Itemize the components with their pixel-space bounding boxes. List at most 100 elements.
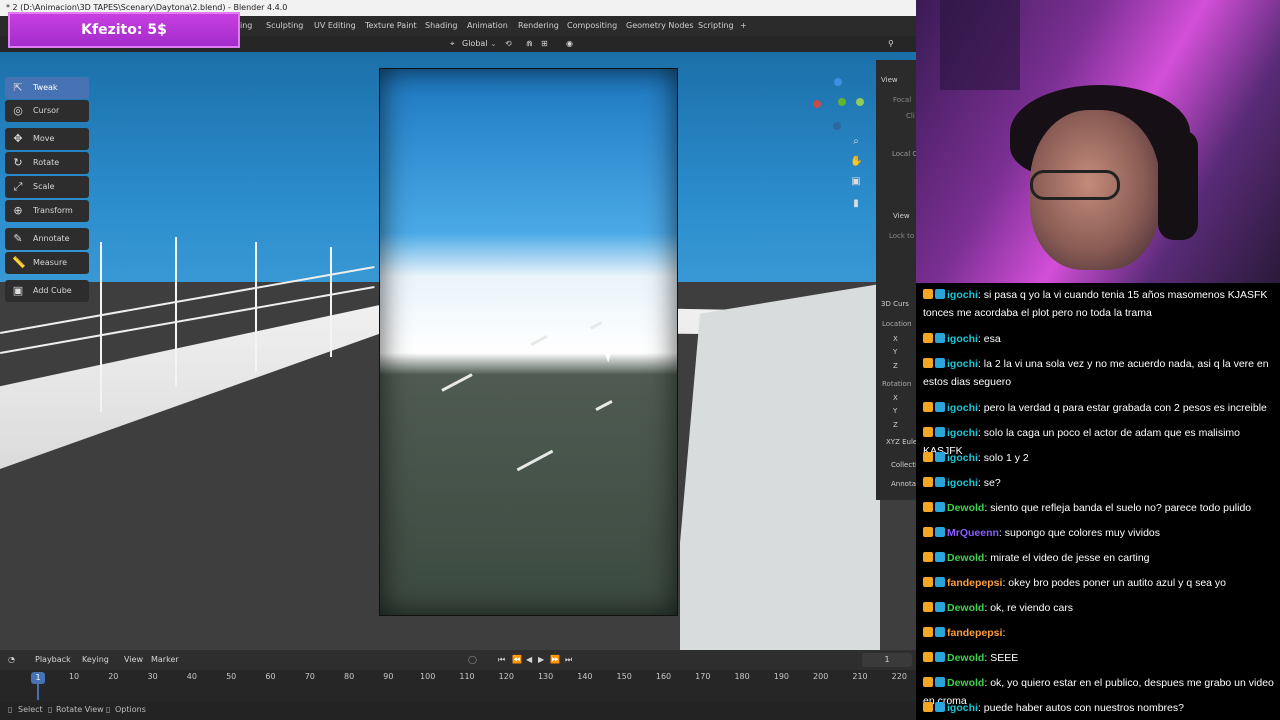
snap-target-icon[interactable]: ⊞ xyxy=(541,36,548,52)
chat-username[interactable]: Dewold xyxy=(947,602,984,614)
tool-measure[interactable]: 📏 Measure xyxy=(5,252,89,274)
tab-rendering[interactable]: Rendering xyxy=(518,16,559,36)
tool-add-cube[interactable]: ▣ Add Cube xyxy=(5,280,89,302)
timeline-tick: 70 xyxy=(304,672,315,681)
lane-dash xyxy=(516,449,554,472)
camera-icon[interactable]: ▣ xyxy=(850,176,862,188)
snap-icon[interactable]: ⋒ xyxy=(526,36,533,52)
chat-username[interactable]: Dewold xyxy=(947,677,984,689)
orientation-dropdown[interactable]: Global xyxy=(462,36,488,52)
chat-username[interactable]: igochi xyxy=(947,333,978,345)
zoom-icon[interactable]: ⌕ xyxy=(850,136,862,148)
chat-username[interactable]: igochi xyxy=(947,402,978,414)
npanel-view-header[interactable]: View xyxy=(881,76,898,84)
gizmo-y-axis[interactable] xyxy=(838,98,846,106)
view-menu[interactable]: View xyxy=(124,650,143,670)
chat-username[interactable]: Dewold xyxy=(947,552,984,564)
subscriber-badge-icon xyxy=(935,652,945,662)
chat-message: igochi: solo 1 y 2 xyxy=(923,449,1277,467)
tool-cursor[interactable]: ◎ Cursor xyxy=(5,100,89,122)
transform-icon: ⊕ xyxy=(13,204,23,217)
tab-texture-paint[interactable]: Texture Paint xyxy=(365,16,417,36)
timeline-tick: 60 xyxy=(265,672,276,681)
chat-username[interactable]: igochi xyxy=(947,702,978,714)
chat-username[interactable]: igochi xyxy=(947,452,978,464)
tab-sculpting[interactable]: Sculpting xyxy=(266,16,303,36)
3d-viewport[interactable]: ⌕ ✋ ▣ ▮ xyxy=(0,52,916,650)
jump-end-icon[interactable]: ⏭ xyxy=(565,650,572,670)
tab-shading[interactable]: Shading xyxy=(425,16,458,36)
tool-rotate[interactable]: ↻ Rotate xyxy=(5,152,89,174)
crown-badge-icon xyxy=(923,652,933,662)
tab-geometry-nodes[interactable]: Geometry Nodes xyxy=(626,16,693,36)
proportional-edit-icon[interactable]: ◉ xyxy=(566,36,573,52)
tool-scale[interactable]: ⤢ Scale xyxy=(5,176,89,198)
tool-transform[interactable]: ⊕ Transform xyxy=(5,200,89,222)
npanel-rotation-x[interactable]: X xyxy=(893,394,898,402)
npanel-3d-cursor-header[interactable]: 3D Curs xyxy=(881,300,909,308)
npanel-rotation-mode[interactable]: XYZ Eule xyxy=(886,438,917,446)
pan-hand-icon[interactable]: ✋ xyxy=(850,156,862,168)
chat-username[interactable]: igochi xyxy=(947,427,978,439)
chat-username[interactable]: igochi xyxy=(947,289,978,301)
chat-message: igochi: esa xyxy=(923,330,1277,348)
play-icon[interactable]: ▶ xyxy=(538,650,544,670)
npanel-rotation-y[interactable]: Y xyxy=(893,407,897,415)
subscriber-badge-icon xyxy=(935,627,945,637)
gizmo-z-neg-axis[interactable] xyxy=(833,122,841,130)
chat-username[interactable]: fandepepsi xyxy=(947,577,1002,589)
tab-uv-editing[interactable]: UV Editing xyxy=(314,16,356,36)
gizmo-z-axis[interactable] xyxy=(834,78,842,86)
subscriber-badge-icon xyxy=(935,527,945,537)
add-workspace-button[interactable]: + xyxy=(740,16,747,36)
chat-message: MrQueenn: supongo que colores muy vivido… xyxy=(923,524,1277,542)
subscriber-badge-icon xyxy=(935,602,945,612)
npanel-view-lock-header[interactable]: View xyxy=(893,212,910,220)
tab-layout[interactable]: ing xyxy=(240,16,252,36)
tab-compositing[interactable]: Compositing xyxy=(567,16,617,36)
chat-username[interactable]: igochi xyxy=(947,358,978,370)
visibility-icon[interactable]: ⚲ xyxy=(888,36,894,52)
npanel-collections-header[interactable]: Collecti xyxy=(891,461,917,469)
glasses-icon xyxy=(1030,170,1120,200)
timeline-tick: 120 xyxy=(498,672,514,681)
next-keyframe-icon[interactable]: ⏩ xyxy=(550,650,560,670)
current-frame-field[interactable]: 1 xyxy=(862,653,912,667)
jump-start-icon[interactable]: ⏮ xyxy=(498,650,505,670)
tool-move[interactable]: ✥ Move xyxy=(5,128,89,150)
chat-text: ok, re viendo cars xyxy=(990,602,1074,614)
keying-menu[interactable]: Keying xyxy=(82,650,109,670)
subscriber-badge-icon xyxy=(935,402,945,412)
gizmo-x-axis[interactable] xyxy=(813,100,821,108)
playhead[interactable]: 1 xyxy=(31,672,45,684)
subscriber-badge-icon xyxy=(935,358,945,368)
tab-scripting[interactable]: Scripting xyxy=(698,16,734,36)
npanel-location-z[interactable]: Z xyxy=(893,362,898,370)
pivot-icon[interactable]: ⟲ xyxy=(505,36,512,52)
lock-icon[interactable]: ▮ xyxy=(850,198,862,210)
npanel-annotations-header[interactable]: Annotat xyxy=(891,480,919,488)
record-icon[interactable]: ◯ xyxy=(468,650,477,670)
npanel-location-y[interactable]: Y xyxy=(893,348,897,356)
tab-animation[interactable]: Animation xyxy=(467,16,508,36)
marker-menu[interactable]: Marker xyxy=(151,650,179,670)
prev-keyframe-icon[interactable]: ⏪ xyxy=(512,650,522,670)
chat-username[interactable]: MrQueenn xyxy=(947,527,999,539)
tool-annotate[interactable]: ✎ Annotate xyxy=(5,228,89,250)
chat-username[interactable]: Dewold xyxy=(947,652,984,664)
chat-username[interactable]: fandepepsi xyxy=(947,627,1002,639)
timeline-tick: 180 xyxy=(734,672,750,681)
playback-menu[interactable]: Playback xyxy=(35,650,71,670)
editor-type-icon[interactable]: ◔ xyxy=(8,650,15,670)
npanel-rotation-z[interactable]: Z xyxy=(893,421,898,429)
crown-badge-icon xyxy=(923,552,933,562)
subscriber-badge-icon xyxy=(935,452,945,462)
chat-username[interactable]: Dewold xyxy=(947,502,984,514)
chat-username[interactable]: igochi xyxy=(947,477,978,489)
timeline-tick: 20 xyxy=(108,672,119,681)
tool-tweak[interactable]: ⇱ Tweak xyxy=(5,77,89,99)
npanel-location-x[interactable]: X xyxy=(893,335,898,343)
gizmo-y-neg-axis[interactable] xyxy=(856,98,864,106)
subscriber-badge-icon xyxy=(935,552,945,562)
play-reverse-icon[interactable]: ◀ xyxy=(526,650,532,670)
